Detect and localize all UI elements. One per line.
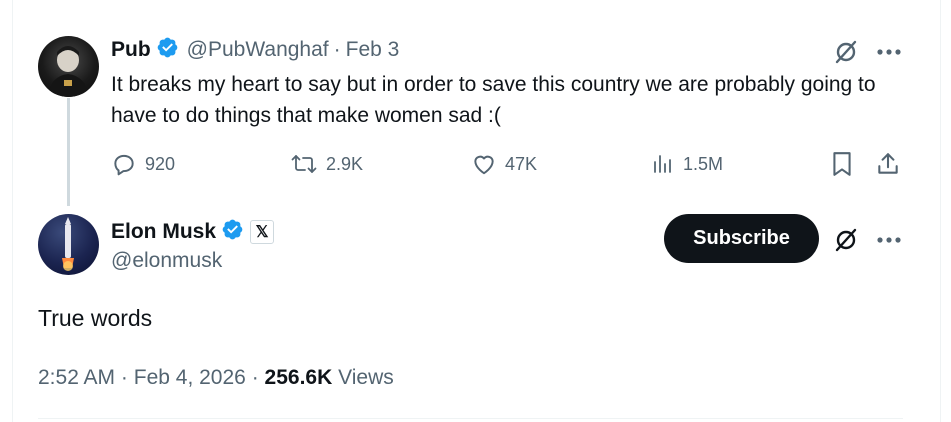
reply-button[interactable]: 920: [111, 151, 175, 177]
bar-chart-icon: [654, 155, 671, 173]
dot-separator: ·: [251, 366, 259, 389]
main-tweet-text: True words: [38, 305, 153, 331]
main-author-row: Elon Musk 𝕏: [111, 218, 275, 246]
repost-button[interactable]: 2.9K: [290, 151, 363, 177]
like-button[interactable]: 47K: [471, 151, 537, 177]
verified-badge-icon: [156, 36, 179, 64]
quoted-author-row: Pub @PubWanghaf · Feb 3: [111, 36, 399, 64]
more-dots-icon[interactable]: [874, 40, 904, 64]
verified-badge-icon: [221, 218, 244, 246]
bookmark-icon[interactable]: [829, 151, 855, 177]
thread-connector-line: [67, 98, 70, 206]
main-author-handle[interactable]: @elonmusk: [111, 249, 222, 273]
bottom-divider: [38, 418, 903, 419]
slashed-circle-icon[interactable]: [832, 38, 860, 66]
reply-bubble-icon: [114, 154, 134, 176]
views-button[interactable]: 1.5M: [651, 151, 723, 177]
frame-right-border: [940, 0, 941, 422]
dot-separator: ·: [120, 366, 128, 389]
more-dots-icon[interactable]: [874, 228, 904, 252]
subscribe-button[interactable]: Subscribe: [664, 214, 819, 263]
tweet-time[interactable]: 2:52 AM: [38, 366, 115, 389]
quoted-tweet-text: It breaks my heart to say but in order t…: [111, 73, 876, 127]
quoted-tweet-date[interactable]: Feb 3: [346, 38, 400, 62]
reply-count: 920: [145, 153, 176, 174]
dot-separator: ·: [333, 38, 341, 61]
x-affiliation-badge-icon: 𝕏: [250, 220, 275, 244]
slashed-circle-icon[interactable]: [832, 226, 860, 254]
avatar-pub[interactable]: [38, 36, 99, 97]
heart-icon: [474, 155, 494, 175]
views-label: Views: [338, 366, 394, 389]
views-count: 1.5M: [683, 153, 724, 174]
repost-count: 2.9K: [326, 153, 364, 174]
avatar-elon-musk[interactable]: [38, 214, 99, 275]
share-upload-icon[interactable]: [874, 151, 902, 177]
quoted-author-handle[interactable]: @PubWanghaf: [187, 38, 329, 62]
tweet-meta-line: 2:52 AM · Feb 4, 2026 · 256.6K Views: [38, 366, 394, 390]
like-count: 47K: [505, 153, 538, 174]
tweet-date[interactable]: Feb 4, 2026: [134, 366, 246, 389]
frame-left-border: [12, 0, 13, 422]
main-author-name[interactable]: Elon Musk: [111, 220, 216, 244]
repost-arrows-icon: [291, 155, 317, 173]
quoted-author-name[interactable]: Pub: [111, 38, 151, 62]
views-total-count: 256.6K: [264, 366, 333, 389]
